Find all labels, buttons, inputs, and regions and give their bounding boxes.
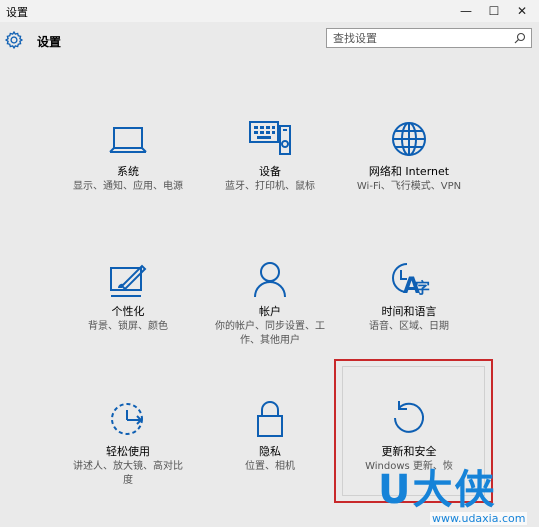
close-button[interactable]: ✕: [508, 0, 536, 22]
tile-system[interactable]: 系统 显示、通知、应用、电源: [63, 110, 193, 194]
tile-name: 个性化: [111, 305, 145, 318]
window-title: 设置: [6, 6, 28, 19]
tile-privacy[interactable]: 隐私 位置、相机: [205, 390, 335, 474]
time-language-icon: A 字: [392, 263, 430, 298]
tile-name: 隐私: [259, 445, 281, 458]
tile-name: 设备: [259, 165, 281, 178]
tile-name: 时间和语言: [381, 305, 437, 318]
tile-description: 背景、锁屏、颜色: [88, 321, 168, 332]
tile-devices[interactable]: 设备 蓝牙、打印机、鼠标: [205, 110, 335, 194]
maximize-icon: ☐: [488, 4, 500, 18]
ease-of-access-icon: [111, 403, 143, 435]
gear-icon: [4, 30, 24, 50]
tile-name: 网络和 Internet: [368, 165, 450, 178]
lock-icon: [257, 401, 283, 437]
minimize-button[interactable]: —: [452, 0, 480, 22]
tile-description: 你的帐户、同步设置、工作、其他用户: [215, 321, 325, 346]
search-input[interactable]: [333, 31, 503, 45]
settings-header: 设置: [0, 22, 539, 62]
tile-network[interactable]: 网络和 Internet Wi-Fi、飞行模式、VPN: [344, 110, 474, 194]
tile-description: 蓝牙、打印机、鼠标: [225, 181, 315, 192]
devices-icon: [249, 121, 291, 155]
globe-icon: [392, 122, 426, 156]
page-title: 设置: [37, 35, 62, 49]
svg-text:字: 字: [415, 279, 430, 297]
personalization-icon: [110, 264, 147, 297]
tile-time-language[interactable]: A 字 时间和语言 语音、区域、日期: [344, 250, 474, 334]
tile-description: 语音、区域、日期: [369, 321, 449, 332]
account-icon: [254, 262, 286, 298]
tile-description: 显示、通知、应用、电源: [73, 181, 183, 192]
tile-name: 系统: [117, 165, 139, 178]
tile-name: 轻松使用: [106, 445, 150, 458]
search-icon[interactable]: [514, 32, 526, 44]
tile-personalization[interactable]: 个性化 背景、锁屏、颜色: [63, 250, 193, 334]
tile-ease-of-access[interactable]: 轻松使用 讲述人、放大镜、高对比度: [63, 390, 193, 488]
search-box[interactable]: [326, 28, 532, 48]
title-bar: 设置 — ☐ ✕: [0, 0, 539, 22]
tile-description: Wi-Fi、飞行模式、VPN: [356, 181, 462, 192]
maximize-button[interactable]: ☐: [480, 0, 508, 22]
watermark-url: www.udaxia.com: [430, 512, 528, 525]
laptop-icon: [109, 127, 147, 153]
tile-description: 讲述人、放大镜、高对比度: [73, 461, 183, 486]
watermark: U大侠 www.udaxia.com: [378, 468, 539, 527]
watermark-logo: U大侠: [378, 467, 497, 513]
tile-name: 帐户: [259, 305, 281, 318]
tile-accounts[interactable]: 帐户 你的帐户、同步设置、工作、其他用户: [205, 250, 335, 348]
tile-description: 位置、相机: [245, 461, 295, 472]
minimize-icon: —: [460, 4, 472, 18]
close-icon: ✕: [516, 4, 528, 18]
